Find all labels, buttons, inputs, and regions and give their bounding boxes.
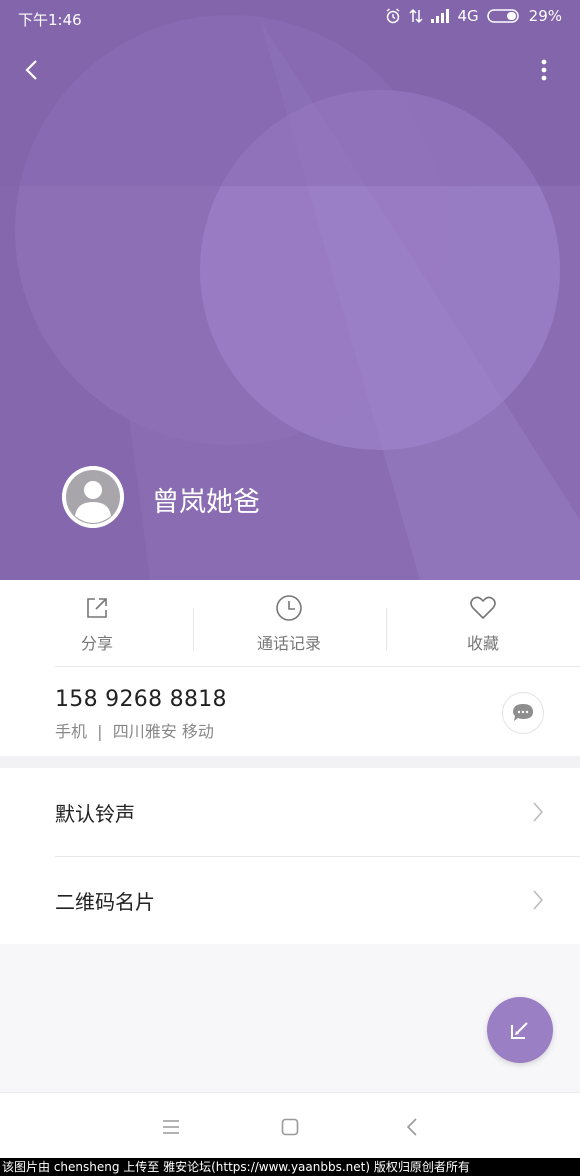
data-transfer-icon: [409, 8, 424, 24]
home-square-icon: [281, 1118, 299, 1136]
menu-button[interactable]: [156, 1113, 186, 1141]
phone-number: 158 9268 8818: [55, 687, 227, 712]
battery-icon: [486, 9, 519, 23]
more-vertical-icon: [541, 59, 547, 81]
avatar[interactable]: [62, 466, 124, 528]
action-row: 分享 通话记录 收藏: [0, 580, 580, 666]
favorite-label: 收藏: [466, 634, 499, 653]
status-bar: 下午1:46 4G 29%: [0, 0, 580, 36]
back-button[interactable]: [12, 50, 52, 90]
list-item-default-ringtone[interactable]: 默认铃声: [0, 768, 580, 856]
call-history-label: 通话记录: [256, 634, 321, 653]
share-icon: [87, 598, 107, 618]
contact-header: 下午1:46 4G 29% 曾岚她爸: [0, 0, 580, 580]
edit-icon: [511, 1022, 528, 1039]
edit-contact-button[interactable]: [487, 997, 553, 1063]
share-label: 分享: [80, 634, 113, 653]
nav-back-button[interactable]: [397, 1113, 427, 1141]
battery-percent: 29%: [528, 7, 562, 25]
contact-name: 曾岚她爸: [152, 487, 260, 518]
contact-info-panel: 分享 通话记录 收藏 158 9268 8818 手机 | 四川雅安 移动: [0, 580, 580, 756]
signal-icon: [431, 9, 450, 23]
list-item-qr-card[interactable]: 二维码名片: [0, 856, 580, 944]
home-button[interactable]: [275, 1113, 305, 1141]
chevron-right-icon: [533, 802, 544, 822]
share-button[interactable]: 分享: [2, 592, 192, 662]
favorite-button[interactable]: 收藏: [388, 592, 578, 662]
menu-icon: [163, 1120, 179, 1134]
watermark-caption: 该图片由 chensheng 上传至 雅安论坛(https://www.yaan…: [0, 1158, 580, 1176]
more-options-button[interactable]: [524, 50, 564, 90]
network-type: 4G: [457, 7, 479, 25]
settings-list: 默认铃声 二维码名片: [0, 768, 580, 944]
divider: [386, 608, 387, 650]
list-item-label: 二维码名片: [55, 890, 155, 914]
clock-icon: [276, 595, 302, 621]
chevron-right-icon: [533, 890, 544, 910]
send-message-button[interactable]: [502, 692, 544, 734]
phone-detail: 手机 | 四川雅安 移动: [55, 722, 214, 741]
message-bubble-icon: [513, 704, 533, 721]
person-silhouette-icon: [62, 466, 124, 528]
section-gap: [0, 756, 580, 768]
heart-icon: [470, 596, 496, 619]
system-navigation-bar: [0, 1092, 580, 1159]
alarm-icon: [387, 8, 400, 24]
chevron-left-icon: [25, 60, 37, 80]
divider: [55, 666, 580, 667]
list-item-label: 默认铃声: [55, 802, 135, 826]
status-time: 下午1:46: [18, 11, 82, 29]
call-history-button[interactable]: 通话记录: [194, 592, 384, 662]
chevron-left-icon: [406, 1118, 417, 1136]
